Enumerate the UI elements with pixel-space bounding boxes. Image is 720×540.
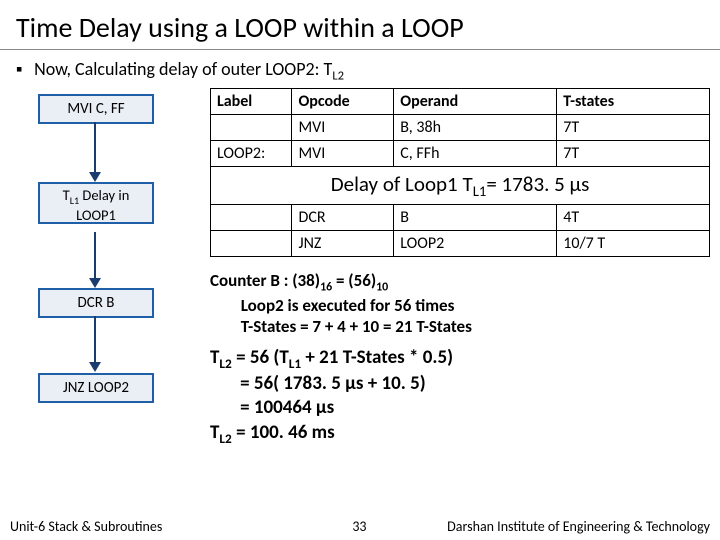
cell: C, FFh [394, 140, 557, 166]
cell: JNZ [292, 230, 394, 256]
c1b: = 56 (T [232, 346, 289, 369]
banner-b: = 1783. 5 μs [486, 171, 589, 197]
banner-a: Delay of Loop1 T [331, 171, 473, 197]
cell [211, 204, 292, 230]
c1c: + 21 T-States * 0.5) [301, 346, 453, 369]
c3: = 100464 μs [210, 396, 334, 419]
note-l3: T-States = 7 + 4 + 10 = 21 T-States [241, 316, 472, 337]
cell: LOOP2 [394, 230, 557, 256]
footer-page: 33 [352, 518, 366, 535]
intro-text-a: Now, Calculating delay of outer LOOP2: T [34, 58, 332, 80]
c1sub2: L1 [289, 354, 301, 371]
th-tstates: T-states [557, 88, 710, 114]
table-row: LOOP2: MVI C, FFh 7T [211, 140, 710, 166]
note-l1s2: 10 [376, 280, 388, 294]
note-l1b: = (56) [332, 270, 376, 291]
cell: 7T [557, 114, 710, 140]
tl1-loop1: LOOP1 [76, 206, 116, 224]
cell: MVI [292, 114, 394, 140]
arrow-icon [94, 316, 96, 370]
tl1-sub: L1 [70, 193, 79, 206]
cell: 10/7 T [557, 230, 710, 256]
intro-sub: L2 [332, 69, 344, 84]
c4b: = 100. 46 ms [232, 421, 335, 444]
tl1-t: T [63, 186, 70, 204]
table-row: JNZ LOOP2 10/7 T [211, 230, 710, 256]
footer: Unit-6 Stack & Subroutines 33 Darshan In… [0, 512, 720, 540]
table-row: DCR B 4T [211, 204, 710, 230]
th-operand: Operand [394, 88, 557, 114]
flow-box-delay: TL1 Delay in LOOP1 [38, 182, 154, 224]
banner-cell: Delay of Loop1 TL1= 1783. 5 μs [211, 166, 710, 204]
calc-block: TL2 = 56 (TL1 + 21 T-States * 0.5) = 56(… [210, 346, 710, 448]
banner-sub: L1 [473, 182, 487, 200]
cell: LOOP2: [211, 140, 292, 166]
cell: MVI [292, 140, 394, 166]
cell: 7T [557, 140, 710, 166]
note-l1s1: 16 [320, 280, 332, 294]
c2: = 56( 1783. 5 μs + 10. 5) [210, 372, 426, 395]
table-header-row: Label Opcode Operand T-states [211, 88, 710, 114]
footer-institute: Darshan Institute of Engineering & Techn… [367, 518, 710, 535]
cell [211, 230, 292, 256]
c1a: T [210, 346, 219, 369]
table-row: MVI B, 38h 7T [211, 114, 710, 140]
cell: B [394, 204, 557, 230]
notes-block: Counter B : (38)16 = (56)10 Loop2 is exe… [210, 270, 710, 338]
instruction-table: Label Opcode Operand T-states MVI B, 38h… [210, 88, 710, 257]
c4sub: L2 [219, 430, 231, 447]
arrow-icon [94, 232, 96, 286]
tl1-rest: Delay in [79, 186, 129, 204]
cell: DCR [292, 204, 394, 230]
cell: 4T [557, 204, 710, 230]
note-l2: Loop2 is executed for 56 times [241, 295, 455, 316]
flow-box-jnz: JNZ LOOP2 [38, 373, 154, 403]
c1sub: L2 [219, 354, 231, 371]
flow-box-mvi: MVI C, FF [38, 94, 154, 124]
bullet-icon: ▪ [16, 58, 30, 80]
note-l1a: Counter B : (38) [210, 270, 320, 291]
banner-row: Delay of Loop1 TL1= 1783. 5 μs [211, 166, 710, 204]
flow-box-dcr: DCR B [38, 288, 154, 318]
footer-unit: Unit-6 Stack & Subroutines [10, 518, 162, 535]
slide-title: Time Delay using a LOOP within a LOOP [0, 0, 720, 50]
intro-line: ▪ Now, Calculating delay of outer LOOP2:… [0, 50, 720, 88]
th-opcode: Opcode [292, 88, 394, 114]
cell [211, 114, 292, 140]
arrow-icon [94, 122, 96, 180]
th-label: Label [211, 88, 292, 114]
cell: B, 38h [394, 114, 557, 140]
c4a: T [210, 421, 219, 444]
main-area: MVI C, FF TL1 Delay in LOOP1 DCR B JNZ L… [0, 88, 720, 498]
